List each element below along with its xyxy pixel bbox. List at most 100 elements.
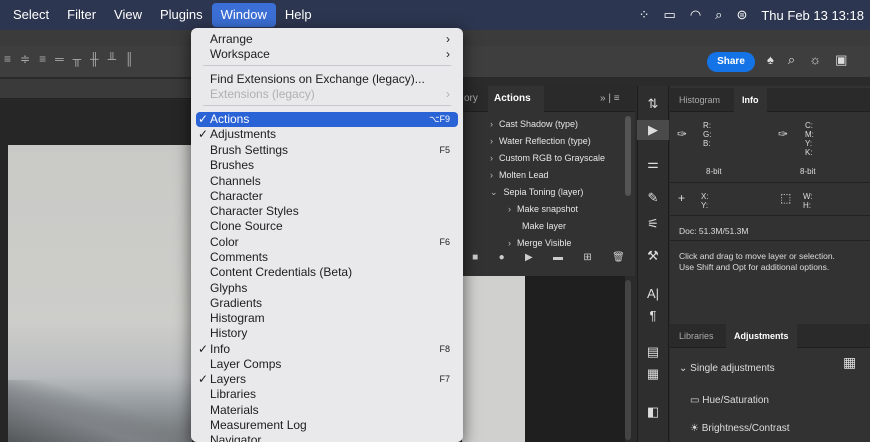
adjust-icon[interactable]: ⚌ xyxy=(637,156,669,172)
align-left-icon[interactable]: ≡ xyxy=(4,52,11,66)
menu-item-glyphs[interactable]: Glyphs xyxy=(196,281,458,296)
grid-view-icon[interactable]: ▦ xyxy=(843,355,856,369)
menu-item-clone-source[interactable]: Clone Source xyxy=(196,219,458,234)
distribute-v-icon[interactable]: ║ xyxy=(125,52,134,66)
menu-item-label: Adjustments xyxy=(210,127,277,141)
menu-item-color[interactable]: Color F6 xyxy=(196,235,458,250)
checkmark-icon: ✓ xyxy=(198,372,209,386)
action-row[interactable]: › Custom RGB to Grayscale xyxy=(490,150,605,167)
tab-histogram[interactable]: Histogram xyxy=(679,88,720,112)
photo-canvas-right[interactable] xyxy=(462,276,525,442)
action-row[interactable]: › Make snapshot xyxy=(508,201,578,218)
menu-item-actions[interactable]: ✓ Actions ⌥F9 xyxy=(196,112,458,127)
menu-view[interactable]: View xyxy=(105,0,151,30)
menu-item-label: Materials xyxy=(210,403,259,417)
adjustment-brightness-contrast[interactable]: ☀ Brightness/Contrast xyxy=(690,423,790,434)
paragraph-icon[interactable]: ¶ xyxy=(637,308,669,323)
single-adjustments-header[interactable]: ⌄ Single adjustments xyxy=(679,363,775,374)
play-icon[interactable]: ▶ xyxy=(525,252,533,263)
menu-plugins[interactable]: Plugins xyxy=(151,0,212,30)
layers-icon[interactable]: ▤ xyxy=(637,344,669,360)
search-icon[interactable]: ⌕ xyxy=(788,52,795,68)
menu-item-libraries[interactable]: Libraries xyxy=(196,387,458,402)
tab-actions[interactable]: Actions xyxy=(488,86,544,112)
align-right-icon[interactable]: ≡ xyxy=(39,52,46,66)
tab-info[interactable]: Info xyxy=(734,88,767,112)
action-row[interactable]: › Cast Shadow (type) xyxy=(490,116,578,133)
menu-item-label: Info xyxy=(210,342,231,356)
menu-item-channels[interactable]: Channels xyxy=(196,174,458,189)
tab-history[interactable]: ory xyxy=(464,86,478,112)
action-row[interactable]: Make layer xyxy=(522,218,566,235)
action-row[interactable]: ⌄ Sepia Toning (layer) xyxy=(490,184,583,201)
align-top-icon[interactable]: ╥ xyxy=(73,52,82,66)
menu-item-materials[interactable]: Materials xyxy=(196,403,458,418)
menu-item-layers[interactable]: ✓ Layers F7 xyxy=(196,372,458,387)
menu-item-arrange[interactable]: Arrange › xyxy=(196,32,458,47)
submenu-arrow-icon: › xyxy=(446,32,450,46)
menu-item-character-styles[interactable]: Character Styles xyxy=(196,204,458,219)
menu-filter[interactable]: Filter xyxy=(58,0,105,30)
actions-scrollbar[interactable] xyxy=(625,116,631,196)
action-row[interactable]: › Water Reflection (type) xyxy=(490,133,591,150)
control-center-icon[interactable]: ⊜ xyxy=(736,7,747,23)
menu-window[interactable]: Window xyxy=(211,3,276,27)
menu-item-navigator[interactable]: Navigator xyxy=(196,433,458,442)
menu-item-gradients[interactable]: Gradients xyxy=(196,296,458,311)
panel-menu-icon[interactable]: » | ≡ xyxy=(600,86,620,112)
character-icon[interactable]: A| xyxy=(637,286,669,301)
menu-item-brushes[interactable]: Brushes xyxy=(196,158,458,173)
dots-icon[interactable]: ⁘ xyxy=(639,7,650,23)
tab-libraries[interactable]: Libraries xyxy=(679,324,714,348)
menu-item-layer-comps[interactable]: Layer Comps xyxy=(196,357,458,372)
sun-icon[interactable]: ☼ xyxy=(809,52,821,68)
folder-icon[interactable]: ▬ xyxy=(553,252,563,263)
panel-icon[interactable]: ▣ xyxy=(835,52,847,68)
actions-tabs: ory Actions » | ≡ xyxy=(462,86,635,112)
action-row[interactable]: › Molten Lead xyxy=(490,167,549,184)
distribute-icon[interactable]: ═ xyxy=(55,52,64,66)
tab-adjustments[interactable]: Adjustments xyxy=(726,324,797,348)
properties-icon[interactable]: ⇅ xyxy=(637,96,669,112)
align-bottom-icon[interactable]: ╨ xyxy=(108,52,117,66)
stop-icon[interactable]: ■ xyxy=(472,252,478,263)
window-menu: Arrange › Workspace › Find Extensions on Exc… xyxy=(191,28,463,442)
menu-item-content-credentials-beta[interactable]: Content Credentials (Beta) xyxy=(196,265,458,280)
battery-icon[interactable]: ▭ xyxy=(664,7,676,23)
wifi-icon[interactable]: ◠ xyxy=(690,7,701,23)
menu-select[interactable]: Select xyxy=(4,0,58,30)
menu-item-info[interactable]: ✓ Info F8 xyxy=(196,342,458,357)
hue-icon: ▭ xyxy=(690,395,703,406)
bell-icon[interactable]: ♠ xyxy=(767,52,774,68)
menu-item-histogram[interactable]: Histogram xyxy=(196,311,458,326)
swatches-icon[interactable]: ◧ xyxy=(637,404,669,420)
crosshair-icon: + xyxy=(678,191,686,205)
menu-item-adjustments[interactable]: ✓ Adjustments xyxy=(196,127,458,142)
clock[interactable]: Thu Feb 13 13:18 xyxy=(761,8,864,23)
menu-item-character[interactable]: Character xyxy=(196,189,458,204)
menu-item-brush-settings[interactable]: Brush Settings F5 xyxy=(196,143,458,158)
menu-item-history[interactable]: History xyxy=(196,326,458,341)
trash-icon[interactable]: 🗑 xyxy=(612,252,625,263)
menu-help[interactable]: Help xyxy=(276,0,321,30)
menu-item-find-extensions-on-exchange-legacy[interactable]: Find Extensions on Exchange (legacy)... xyxy=(196,72,458,87)
search-icon[interactable]: ⌕ xyxy=(715,7,722,23)
eyedropper-icon: ✑ xyxy=(677,127,688,141)
share-button[interactable]: Share xyxy=(707,52,755,72)
align-center-icon[interactable]: ≑ xyxy=(20,52,30,66)
brush-icon[interactable]: ✎ xyxy=(637,190,669,206)
sliders-icon[interactable]: ⚟ xyxy=(637,216,669,232)
new-action-icon[interactable]: ⊞ xyxy=(583,252,591,263)
adjustment-hue-saturation[interactable]: ▭ Hue/Saturation xyxy=(690,395,769,406)
canvas-scrollbar[interactable] xyxy=(625,280,631,440)
bit-depth-right: 8-bit xyxy=(800,167,816,176)
record-icon[interactable]: ● xyxy=(499,252,505,263)
align-middle-icon[interactable]: ╫ xyxy=(90,52,99,66)
menu-item-workspace[interactable]: Workspace › xyxy=(196,47,458,62)
notes-icon[interactable]: ▦ xyxy=(637,366,669,382)
stamp-icon[interactable]: ⚒ xyxy=(637,248,669,264)
menu-item-measurement-log[interactable]: Measurement Log xyxy=(196,418,458,433)
actions-play-icon[interactable]: ▶ xyxy=(637,120,669,140)
menu-item-comments[interactable]: Comments xyxy=(196,250,458,265)
menu-item-label: Measurement Log xyxy=(210,418,307,432)
